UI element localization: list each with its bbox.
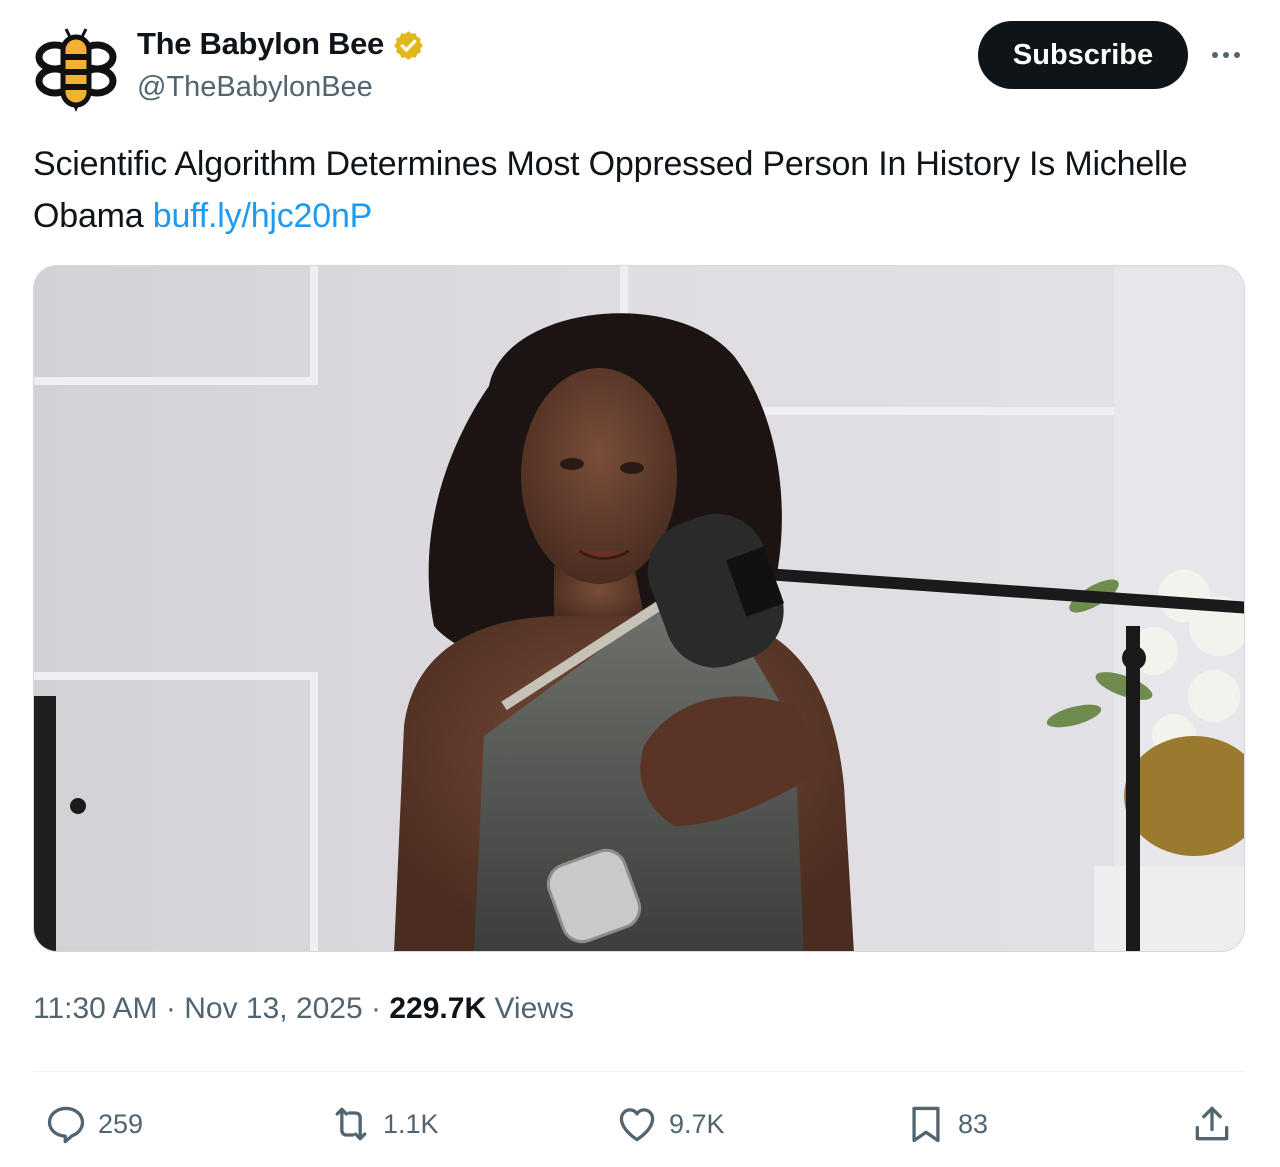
subscribe-button[interactable]: Subscribe (978, 21, 1188, 89)
babylon-bee-logo-icon (35, 28, 117, 112)
avatar[interactable] (33, 27, 119, 113)
divider (33, 1071, 1245, 1072)
author-name-row: The Babylon Bee (137, 26, 425, 62)
tweet-text: Scientific Algorithm Determines Most Opp… (33, 138, 1233, 242)
more-options-icon[interactable] (1202, 37, 1250, 73)
bookmark-count: 83 (958, 1108, 989, 1139)
repost-icon (335, 1107, 367, 1141)
share-button[interactable] (1190, 1098, 1234, 1150)
repost-count: 1.1K (383, 1108, 439, 1139)
tweet-meta: 11:30 AM · Nov 13, 2025 · 229.7K Views (33, 992, 574, 1026)
author-handle[interactable]: @TheBabylonBee (137, 71, 373, 104)
views-count: 229.7K (389, 992, 487, 1025)
author-display-name[interactable]: The Babylon Bee (137, 26, 384, 62)
bookmark-icon (912, 1106, 940, 1143)
tweet-card: The Babylon Bee @TheBabylonBee Subscribe… (0, 0, 1280, 1167)
reply-count: 259 (98, 1108, 144, 1139)
photo-image (34, 266, 1244, 951)
repost-button[interactable]: 1.1K (329, 1098, 439, 1150)
meta-separator: · (165, 992, 176, 1025)
bookmark-button[interactable]: 83 (904, 1098, 988, 1150)
like-button[interactable]: 9.7K (615, 1098, 725, 1150)
reply-icon (47, 1106, 85, 1144)
reply-button[interactable]: 259 (44, 1098, 143, 1150)
tweet-link[interactable]: buff.ly/hjc20nP (153, 197, 373, 235)
tweet-time[interactable]: 11:30 AM (33, 992, 158, 1025)
heart-icon (619, 1108, 655, 1142)
like-count: 9.7K (669, 1108, 725, 1139)
verified-badge-icon[interactable] (392, 29, 425, 62)
tweet-date[interactable]: Nov 13, 2025 (184, 992, 362, 1025)
tweet-photo[interactable] (33, 265, 1245, 952)
views-label: Views (494, 992, 574, 1025)
share-icon (1195, 1106, 1229, 1141)
meta-separator: · (371, 992, 382, 1025)
